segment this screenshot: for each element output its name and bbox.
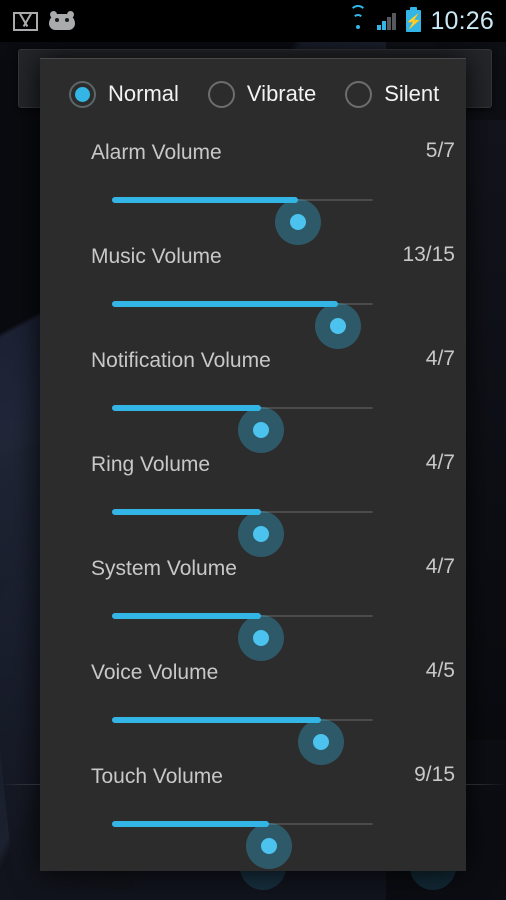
volume-slider[interactable] — [40, 489, 466, 557]
volume-slider[interactable] — [40, 385, 466, 453]
slider-value: 4/5 — [425, 659, 455, 682]
cellular-signal-icon — [377, 12, 399, 30]
slider-fill — [112, 613, 262, 619]
ringer-mode-label-silent: Silent — [384, 81, 440, 106]
slider-track[interactable] — [112, 821, 373, 869]
radio-button-normal[interactable] — [69, 80, 96, 108]
android-head-icon — [49, 11, 75, 30]
slider-value: 4/7 — [425, 555, 455, 578]
slider-label: Voice Volume — [91, 661, 219, 684]
status-bar-clock: 10:26 — [430, 6, 494, 35]
slider-track[interactable] — [112, 301, 373, 349]
volume-slider[interactable] — [40, 281, 466, 349]
gmail-icon — [13, 11, 38, 31]
slider-fill — [112, 301, 339, 307]
volume-slider-row: Notification Volume 4/7 — [40, 337, 466, 453]
slider-label: Notification Volume — [91, 349, 271, 372]
slider-track[interactable] — [112, 613, 373, 661]
slider-value: 4/7 — [425, 347, 455, 370]
volume-slider[interactable] — [40, 697, 466, 765]
volume-slider-row: Music Volume 13/15 — [40, 233, 466, 349]
slider-track[interactable] — [112, 405, 373, 453]
ringer-mode-option-normal[interactable]: Normal — [69, 80, 179, 108]
slider-fill — [112, 405, 262, 411]
volume-slider-row: Ring Volume 4/7 — [40, 441, 466, 557]
volume-slider[interactable] — [40, 177, 466, 245]
status-bar: ⚡ 10:26 — [0, 0, 506, 42]
ringer-mode-option-silent[interactable]: Silent — [345, 80, 440, 108]
slider-fill — [112, 509, 262, 515]
slider-label: Music Volume — [91, 245, 222, 268]
volume-slider-row: System Volume 4/7 — [40, 545, 466, 661]
slider-track[interactable] — [112, 197, 373, 245]
ringer-mode-option-vibrate[interactable]: Vibrate — [207, 80, 317, 108]
radio-button-vibrate[interactable] — [207, 80, 235, 108]
volume-slider-row: Touch Volume 9/15 — [40, 753, 466, 869]
slider-value: 4/7 — [425, 451, 455, 474]
slider-track[interactable] — [112, 509, 373, 557]
slider-value: 9/15 — [414, 763, 455, 786]
ringer-mode-label-vibrate: Vibrate — [246, 81, 317, 106]
volume-panel-dialog: Normal Vibrate Silent Alarm Volume 5/7 M… — [40, 58, 466, 871]
slider-value: 13/15 — [402, 243, 455, 266]
wifi-icon — [346, 5, 370, 30]
slider-fill — [112, 717, 321, 723]
slider-track[interactable] — [112, 717, 373, 765]
slider-fill — [112, 821, 269, 827]
offscreen-slider-preview — [40, 866, 466, 900]
volume-slider-row: Alarm Volume 5/7 — [40, 129, 466, 245]
slider-label: Ring Volume — [91, 453, 211, 476]
slider-thumb[interactable] — [245, 823, 292, 869]
slider-label: Alarm Volume — [91, 141, 222, 164]
phone-screen: ⚡ 10:26 Normal Vibrate Silent Alarm Volu… — [0, 0, 506, 900]
ringer-mode-radio-group: Normal Vibrate Silent — [40, 59, 466, 129]
volume-slider[interactable] — [40, 593, 466, 661]
slider-fill — [112, 197, 299, 203]
slider-value: 5/7 — [425, 139, 455, 162]
volume-slider-row: Voice Volume 4/5 — [40, 649, 466, 765]
radio-button-silent[interactable] — [345, 80, 373, 108]
battery-charging-icon: ⚡ — [405, 7, 423, 32]
ringer-mode-label-normal: Normal — [108, 81, 179, 106]
status-bar-system-icons: ⚡ 10:26 — [346, 0, 494, 42]
volume-slider[interactable] — [40, 801, 466, 869]
status-bar-notification-icons — [13, 0, 75, 42]
slider-label: System Volume — [91, 557, 237, 580]
slider-label: Touch Volume — [91, 765, 223, 788]
